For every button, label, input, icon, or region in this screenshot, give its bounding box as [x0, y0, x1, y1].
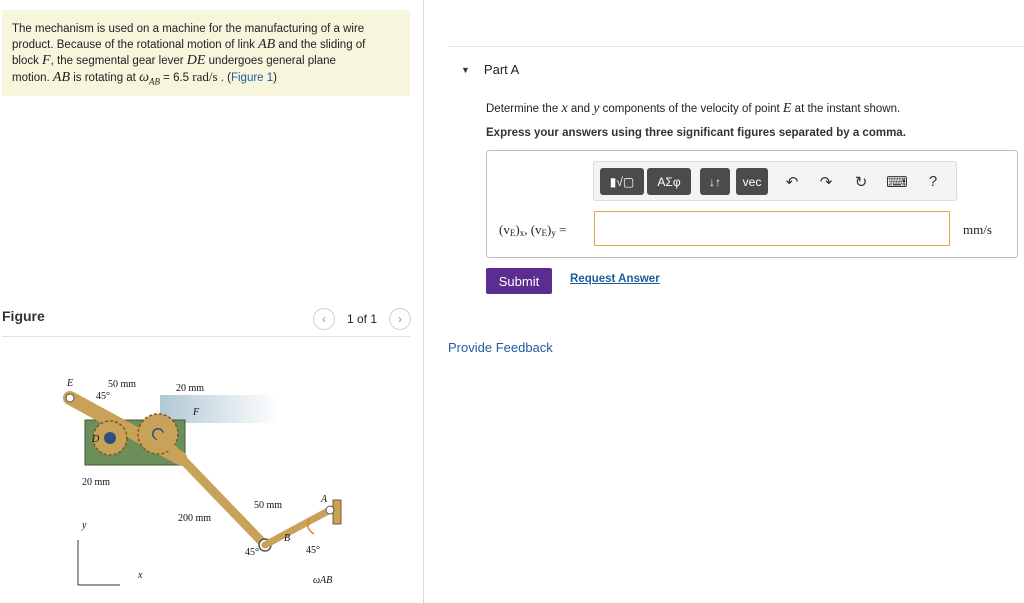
- figure-pager: ‹ 1 of 1 ›: [313, 308, 412, 330]
- problem-line-4: motion. AB is rotating at ωAB = 6.5 rad/…: [12, 69, 400, 89]
- next-figure-button[interactable]: ›: [389, 308, 412, 330]
- omega-value: = 6.5: [159, 72, 193, 84]
- request-answer-link[interactable]: Request Answer: [570, 273, 660, 285]
- chevron-left-icon: ‹: [322, 312, 326, 326]
- support-a: [332, 499, 342, 525]
- redo-icon[interactable]: ↷: [814, 168, 838, 195]
- mechanism-figure: E 50 mm 45° 20 mm F D 20 mm 200 mm 50 mm…: [63, 378, 342, 586]
- angle-45-top: 45°: [96, 391, 110, 402]
- problem-text: block: [12, 55, 43, 67]
- label-omega-ab: ωAB: [313, 575, 332, 586]
- arrows-button[interactable]: ↓↑: [700, 168, 730, 195]
- problem-text: product. Because of the rotational motio…: [12, 39, 259, 51]
- label-a: A: [320, 494, 328, 505]
- dim-50mm-right: 50 mm: [254, 500, 282, 511]
- right-column: ▼ Part A Determine the x and y component…: [424, 0, 1024, 603]
- prev-figure-button[interactable]: ‹: [313, 308, 335, 330]
- answer-panel: ▮√▢ ΑΣφ ↓↑ vec ↶ ↷ ↻ ⌨ ? (vE)x, (vE)y = …: [486, 150, 1018, 258]
- label-b: B: [284, 533, 290, 544]
- omega-symbol: ω: [139, 70, 149, 85]
- problem-text: is rotating at: [70, 72, 140, 84]
- keyboard-icon[interactable]: ⌨: [885, 168, 909, 195]
- problem-text: , the segmental gear lever: [50, 55, 187, 67]
- problem-line-1: The mechanism is used on a machine for t…: [12, 22, 400, 37]
- math-var-f: F: [42, 53, 51, 68]
- angle-45-right: 45°: [306, 545, 320, 556]
- problem-text: undergoes general plane: [205, 55, 336, 67]
- label-y-axis: y: [81, 520, 87, 531]
- submit-button[interactable]: Submit: [486, 268, 552, 294]
- reset-icon[interactable]: ↻: [849, 168, 873, 195]
- pin-a: [325, 505, 335, 515]
- greek-button[interactable]: ΑΣφ: [647, 168, 691, 195]
- label-e: E: [66, 378, 73, 389]
- problem-text: ): [273, 72, 277, 84]
- math-var-de: DE: [186, 53, 206, 68]
- part-title: Part A: [483, 62, 520, 77]
- math-var-ab: AB: [258, 37, 276, 52]
- dim-200mm: 200 mm: [178, 513, 211, 524]
- omega-subscript: AB: [148, 76, 160, 87]
- question-text: Determine the x and y components of the …: [486, 101, 900, 117]
- problem-statement: The mechanism is used on a machine for t…: [2, 10, 410, 96]
- problem-text: . (: [217, 72, 231, 84]
- caret-down-icon: ▼: [461, 64, 470, 75]
- help-icon[interactable]: ?: [921, 168, 945, 195]
- problem-line-2: product. Because of the rotational motio…: [12, 37, 400, 53]
- question-fragment: components of the velocity of point: [599, 103, 783, 115]
- templates-button[interactable]: ▮√▢: [600, 168, 644, 195]
- answer-input[interactable]: [594, 211, 950, 246]
- omega-unit: rad/s: [192, 69, 218, 84]
- label-f: F: [192, 407, 200, 418]
- link-ab: [261, 506, 334, 549]
- gear-d-hub: [104, 432, 116, 444]
- figure-link[interactable]: Figure 1: [231, 72, 273, 84]
- question-fragment: Determine the: [486, 103, 562, 115]
- pin-e: [65, 393, 75, 403]
- vector-button[interactable]: vec: [736, 168, 768, 195]
- problem-line-3: block F, the segmental gear lever DE und…: [12, 53, 400, 69]
- answer-label-part: (v: [499, 222, 510, 237]
- problem-text: and the sliding of: [275, 39, 366, 51]
- question-fragment: at the instant shown.: [791, 103, 901, 115]
- figure-title: Figure: [2, 308, 45, 324]
- label-x-axis: x: [137, 570, 143, 581]
- math-var-ab: AB: [52, 70, 71, 85]
- link-bc: [153, 429, 270, 550]
- question-fragment: and: [567, 103, 594, 115]
- figure-divider: [2, 336, 410, 337]
- slide-guide: [160, 395, 280, 423]
- unit-label: mm/s: [963, 222, 992, 237]
- undo-icon[interactable]: ↶: [780, 168, 804, 195]
- chevron-right-icon: ›: [398, 312, 403, 326]
- instruction-text: Express your answers using three signifi…: [486, 127, 906, 139]
- math-toolbar: ▮√▢ ΑΣφ ↓↑ vec ↶ ↷ ↻ ⌨ ?: [593, 161, 957, 201]
- pager-text: 1 of 1: [347, 312, 378, 326]
- provide-feedback-link[interactable]: Provide Feedback: [448, 340, 553, 355]
- angle-45-left: 45°: [245, 547, 259, 558]
- part-divider: [448, 46, 1024, 47]
- dim-20mm-left: 20 mm: [82, 477, 110, 488]
- problem-text: The mechanism is used on a machine for t…: [12, 23, 365, 35]
- problem-text: motion.: [12, 72, 53, 84]
- left-column: The mechanism is used on a machine for t…: [0, 0, 423, 603]
- dim-20mm-top: 20 mm: [176, 383, 204, 394]
- answer-label-part: , (v: [524, 222, 542, 237]
- part-a-header[interactable]: ▼ Part A: [461, 62, 519, 77]
- answer-label-part: =: [555, 222, 567, 237]
- answer-label: (vE)x, (vE)y =: [499, 222, 566, 238]
- dim-50mm-top: 50 mm: [108, 379, 136, 390]
- label-d: D: [91, 434, 100, 445]
